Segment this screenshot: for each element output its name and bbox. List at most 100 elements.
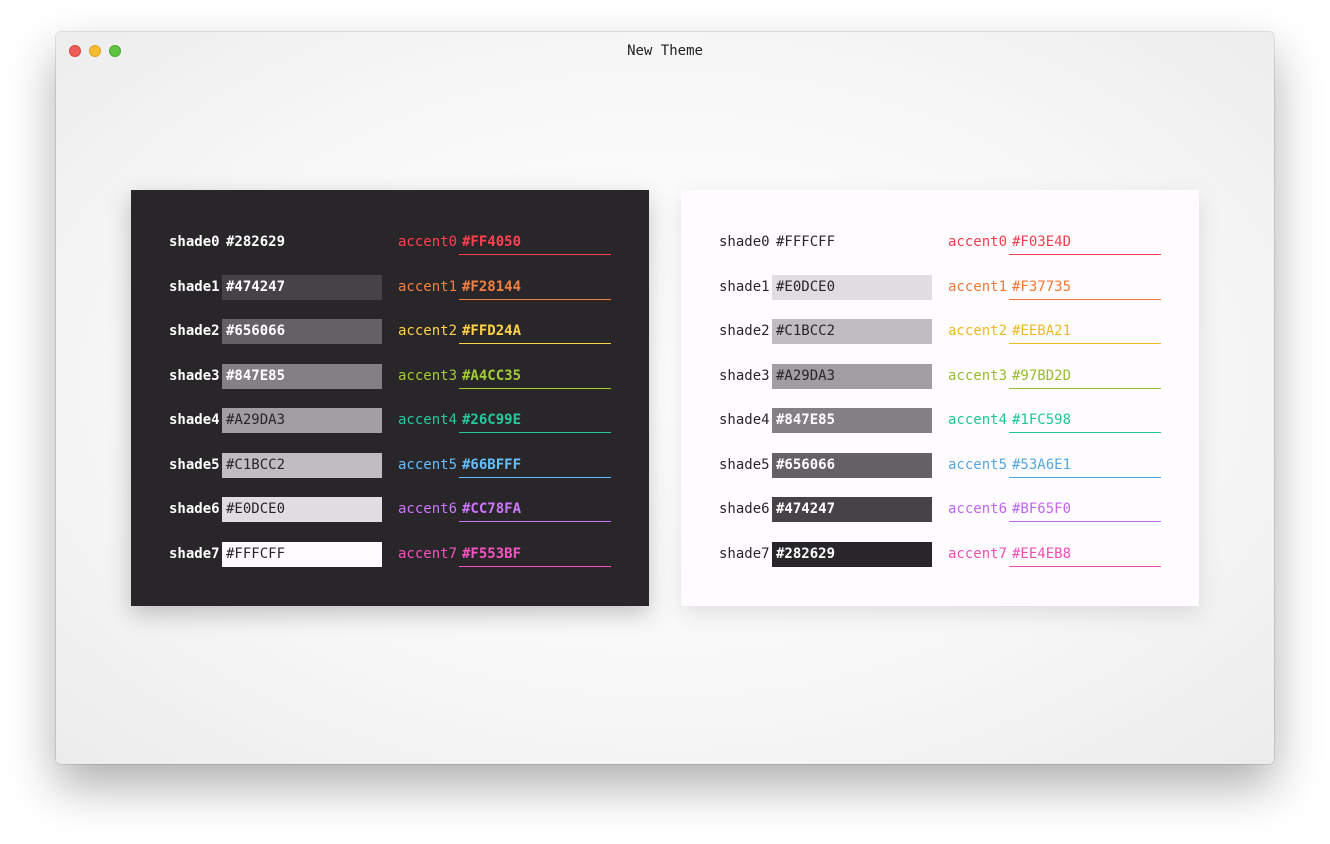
window-title: New Theme <box>627 43 703 59</box>
shade-swatch[interactable]: #FFFCFF <box>222 541 382 567</box>
shade-row: shade3 #847E85 <box>169 363 384 389</box>
shade-label: shade2 <box>169 323 220 339</box>
light-theme-panel: shade0 #FFFCFF shade1 #E0DCE0 shade2 #C1BCC2 s… <box>681 190 1199 606</box>
accent-value-field[interactable]: #F03E4D <box>1009 230 1161 255</box>
accent-value-field[interactable]: #F28144 <box>459 275 611 300</box>
title-bar[interactable]: New Theme <box>56 32 1274 70</box>
accent-row: accent3 #A4CC35 <box>398 364 613 389</box>
accent-row: accent4 #1FC598 <box>948 408 1163 433</box>
accent-value-field[interactable]: #F553BF <box>459 542 611 567</box>
accent-row: accent7 #EE4EB8 <box>948 542 1163 567</box>
accent-value-field[interactable]: #26C99E <box>459 408 611 433</box>
shade-row: shade2 #C1BCC2 <box>719 319 934 344</box>
shade-label: shade7 <box>719 545 770 562</box>
accent-value-field[interactable]: #EEBA21 <box>1009 319 1161 344</box>
accent-row: accent1 #F28144 <box>398 275 613 300</box>
accent-row: accent5 #66BFFF <box>398 453 613 478</box>
accent-row: accent4 #26C99E <box>398 408 613 433</box>
shade-row: shade1 #474247 <box>169 274 384 300</box>
shade-label: shade3 <box>719 367 770 384</box>
accent-label: accent3 <box>948 367 1008 384</box>
shade-label: shade5 <box>719 456 770 473</box>
accent-row: accent0 #F03E4D <box>948 230 1163 255</box>
shade-swatch[interactable]: #C1BCC2 <box>222 452 382 478</box>
shade-row: shade6 #474247 <box>719 497 934 522</box>
shade-label: shade4 <box>169 412 220 428</box>
shade-swatch[interactable]: #282629 <box>222 230 382 255</box>
shade-row: shade7 #282629 <box>719 541 934 567</box>
shade-label: shade6 <box>719 501 770 517</box>
shade-label: shade6 <box>169 501 220 517</box>
accent-label: accent0 <box>398 234 458 250</box>
shade-swatch[interactable]: #A29DA3 <box>222 408 382 433</box>
shade-label: shade3 <box>169 367 220 384</box>
shade-swatch[interactable]: #474247 <box>222 274 382 300</box>
shade-row: shade6 #E0DCE0 <box>169 497 384 522</box>
dark-theme-panel: shade0 #282629 shade1 #474247 shade2 #656066 s… <box>131 190 649 606</box>
accent-value-field[interactable]: #BF65F0 <box>1009 497 1161 522</box>
accent-value-field[interactable]: #97BD2D <box>1009 364 1161 389</box>
accent-row: accent2 #EEBA21 <box>948 319 1163 344</box>
shade-row: shade5 #C1BCC2 <box>169 452 384 478</box>
accent-value-field[interactable]: #53A6E1 <box>1009 453 1161 478</box>
accent-label: accent2 <box>948 323 1008 339</box>
accent-row: accent3 #97BD2D <box>948 364 1163 389</box>
accent-value-field[interactable]: #A4CC35 <box>459 364 611 389</box>
accent-label: accent1 <box>948 278 1008 295</box>
app-window: New Theme shade0 #282629 shade1 #474247 shad… <box>56 32 1274 764</box>
accent-value-field[interactable]: #CC78FA <box>459 497 611 522</box>
accent-label: accent2 <box>398 323 458 339</box>
shade-row: shade1 #E0DCE0 <box>719 274 934 300</box>
shade-swatch[interactable]: #656066 <box>772 452 932 478</box>
shade-swatch[interactable]: #474247 <box>772 497 932 522</box>
shade-row: shade5 #656066 <box>719 452 934 478</box>
accent-label: accent4 <box>948 412 1008 428</box>
shade-swatch[interactable]: #E0DCE0 <box>222 497 382 522</box>
shade-swatch[interactable]: #FFFCFF <box>772 230 932 255</box>
accent-value-field[interactable]: #EE4EB8 <box>1009 542 1161 567</box>
accent-label: accent6 <box>948 501 1008 517</box>
shade-row: shade0 #FFFCFF <box>719 230 934 255</box>
shade-row: shade2 #656066 <box>169 319 384 344</box>
accent-value-field[interactable]: #FF4050 <box>459 230 611 255</box>
shade-swatch[interactable]: #282629 <box>772 541 932 567</box>
shade-label: shade7 <box>169 545 220 562</box>
shade-row: shade4 #A29DA3 <box>169 408 384 433</box>
accent-value-field[interactable]: #66BFFF <box>459 453 611 478</box>
shade-row: shade3 #A29DA3 <box>719 363 934 389</box>
shade-label: shade1 <box>719 278 770 295</box>
shade-swatch[interactable]: #656066 <box>222 319 382 344</box>
accent-label: accent7 <box>398 545 458 562</box>
shade-swatch[interactable]: #C1BCC2 <box>772 319 932 344</box>
accent-row: accent6 #CC78FA <box>398 497 613 522</box>
accent-row: accent1 #F37735 <box>948 275 1163 300</box>
accent-row: accent5 #53A6E1 <box>948 453 1163 478</box>
shade-label: shade0 <box>719 234 770 250</box>
shade-label: shade1 <box>169 278 220 295</box>
accent-label: accent3 <box>398 367 458 384</box>
accent-row: accent2 #FFD24A <box>398 319 613 344</box>
shade-swatch[interactable]: #847E85 <box>772 408 932 433</box>
shade-row: shade4 #847E85 <box>719 408 934 433</box>
accent-label: accent7 <box>948 545 1008 562</box>
shade-swatch[interactable]: #847E85 <box>222 363 382 389</box>
accent-label: accent5 <box>948 456 1008 473</box>
shade-label: shade2 <box>719 323 770 339</box>
accent-value-field[interactable]: #FFD24A <box>459 319 611 344</box>
accent-label: accent6 <box>398 501 458 517</box>
shade-row: shade7 #FFFCFF <box>169 541 384 567</box>
shade-label: shade4 <box>719 412 770 428</box>
shade-label: shade0 <box>169 234 220 250</box>
shade-label: shade5 <box>169 456 220 473</box>
accent-row: accent6 #BF65F0 <box>948 497 1163 522</box>
accent-value-field[interactable]: #F37735 <box>1009 275 1161 300</box>
shade-swatch[interactable]: #E0DCE0 <box>772 274 932 300</box>
accent-label: accent5 <box>398 456 458 473</box>
accent-value-field[interactable]: #1FC598 <box>1009 408 1161 433</box>
accent-row: accent7 #F553BF <box>398 542 613 567</box>
shade-swatch[interactable]: #A29DA3 <box>772 363 932 389</box>
accent-label: accent0 <box>948 234 1008 250</box>
accent-label: accent1 <box>398 278 458 295</box>
accent-label: accent4 <box>398 412 458 428</box>
shade-row: shade0 #282629 <box>169 230 384 255</box>
